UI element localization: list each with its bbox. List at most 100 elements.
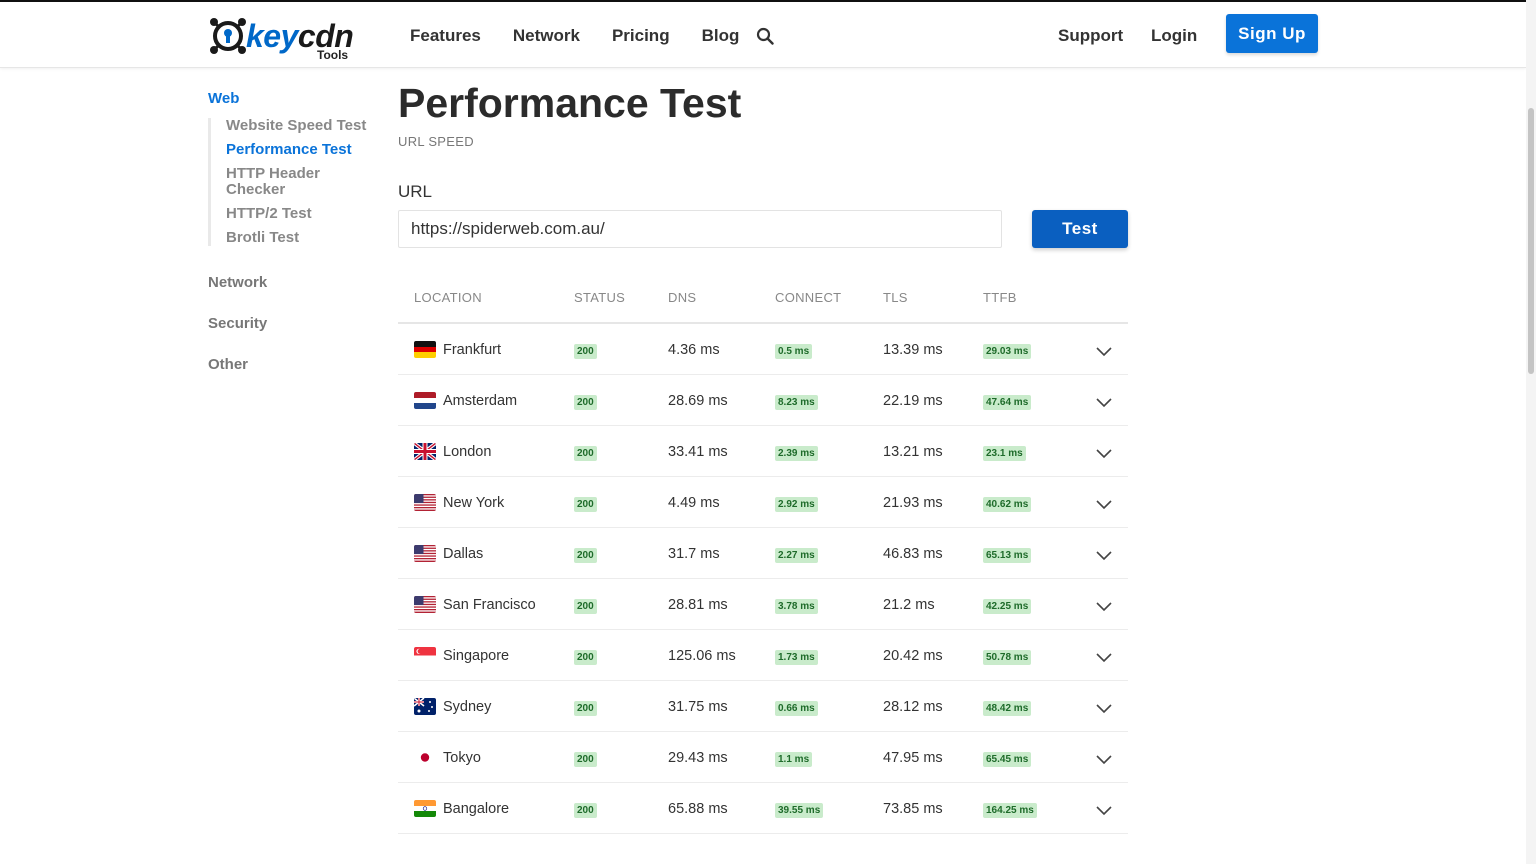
tls-cell: 21.2 ms — [883, 597, 935, 613]
ttfb-badge: 48.42 ms — [983, 701, 1032, 716]
tls-cell: 73.85 ms — [883, 801, 943, 817]
column-header-location[interactable]: LOCATION — [414, 290, 482, 305]
sidebar-category-network[interactable]: Network — [208, 274, 267, 291]
ttfb-badge: 65.13 ms — [983, 548, 1032, 563]
search-icon[interactable] — [756, 27, 774, 45]
dns-cell: 65.88 ms — [668, 801, 728, 817]
column-header-ttfb[interactable]: TTFB — [983, 290, 1017, 305]
ttfb-badge: 50.78 ms — [983, 650, 1032, 665]
dns-cell: 31.75 ms — [668, 699, 728, 715]
location-cell: Sydney — [443, 699, 492, 715]
chevron-down-icon[interactable] — [1096, 446, 1112, 459]
test-button[interactable]: Test — [1032, 210, 1128, 248]
chevron-down-icon[interactable] — [1096, 497, 1112, 510]
sign-up-button[interactable]: Sign Up — [1226, 14, 1318, 53]
table-row[interactable]: Singapore 200 125.06 ms 1.73 ms 20.42 ms 50.7… — [398, 630, 1128, 681]
sidebar-category-other[interactable]: Other — [208, 356, 248, 373]
au-flag-icon — [414, 698, 436, 715]
connect-badge: 1.1 ms — [775, 752, 813, 767]
connect-badge: 1.73 ms — [775, 650, 818, 665]
chevron-down-icon[interactable] — [1096, 701, 1112, 714]
sidebar-item-brotli-test[interactable]: Brotli Test — [226, 230, 378, 246]
column-header-connect[interactable]: CONNECT — [775, 290, 841, 305]
ttfb-badge: 164.25 ms — [983, 803, 1037, 818]
top-navbar: keycdn Tools Features Network Pricing Bl… — [0, 2, 1526, 68]
connect-badge: 0.5 ms — [775, 344, 813, 359]
nav-network[interactable]: Network — [513, 26, 580, 46]
location-cell: New York — [443, 495, 505, 511]
nav-login[interactable]: Login — [1151, 26, 1197, 46]
url-input[interactable] — [398, 210, 1002, 248]
column-header-tls[interactable]: TLS — [883, 290, 908, 305]
tls-cell: 22.19 ms — [883, 393, 943, 409]
ttfb-badge: 65.45 ms — [983, 752, 1032, 767]
chevron-down-icon[interactable] — [1096, 344, 1112, 357]
tls-cell: 21.93 ms — [883, 495, 943, 511]
status-badge: 200 — [574, 701, 597, 716]
keycdn-logo[interactable]: keycdn Tools — [208, 14, 354, 64]
chevron-down-icon[interactable] — [1096, 548, 1112, 561]
ttfb-badge: 42.25 ms — [983, 599, 1032, 614]
sidebar-item-http-header-checker[interactable]: HTTP Header Checker — [226, 166, 336, 198]
dns-cell: 33.41 ms — [668, 444, 728, 460]
dns-cell: 28.81 ms — [668, 597, 728, 613]
us-flag-icon — [414, 494, 436, 511]
chevron-down-icon[interactable] — [1096, 395, 1112, 408]
table-row[interactable]: Dallas 200 31.7 ms 2.27 ms 46.83 ms 65.13 ms — [398, 528, 1128, 579]
connect-badge: 2.27 ms — [775, 548, 818, 563]
chevron-down-icon[interactable] — [1096, 599, 1112, 612]
nav-features[interactable]: Features — [410, 26, 481, 46]
location-cell: Dallas — [443, 546, 484, 562]
table-row[interactable]: San Francisco 200 28.81 ms 3.78 ms 21.2 ms 42… — [398, 579, 1128, 630]
chevron-down-icon[interactable] — [1096, 752, 1112, 765]
table-row[interactable]: London 200 33.41 ms 2.39 ms 13.21 ms 23.1 ms — [398, 426, 1128, 477]
nav-blog[interactable]: Blog — [702, 26, 740, 46]
nav-support[interactable]: Support — [1058, 26, 1123, 46]
nl-flag-icon — [414, 392, 436, 409]
location-cell: Bangalore — [443, 801, 510, 817]
dns-cell: 4.36 ms — [668, 342, 720, 358]
dns-cell: 4.49 ms — [668, 495, 720, 511]
location-cell: Frankfurt — [443, 342, 502, 358]
location-cell: San Francisco — [443, 597, 536, 613]
table-row[interactable]: Frankfurt 200 4.36 ms 0.5 ms 13.39 ms 29.03 m… — [398, 324, 1128, 375]
status-badge: 200 — [574, 395, 597, 410]
connect-badge: 3.78 ms — [775, 599, 818, 614]
table-row[interactable]: Sydney 200 31.75 ms 0.66 ms 28.12 ms 48.42 ms — [398, 681, 1128, 732]
table-row[interactable]: Amsterdam 200 28.69 ms 8.23 ms 22.19 ms 47.64… — [398, 375, 1128, 426]
location-cell: Amsterdam — [443, 393, 518, 409]
nav-pricing[interactable]: Pricing — [612, 26, 670, 46]
tls-cell: 13.21 ms — [883, 444, 943, 460]
ttfb-badge: 47.64 ms — [983, 395, 1032, 410]
sidebar-category-web[interactable]: Web — [208, 90, 239, 107]
us-flag-icon — [414, 545, 436, 562]
status-badge: 200 — [574, 446, 597, 461]
status-badge: 200 — [574, 599, 597, 614]
connect-badge: 8.23 ms — [775, 395, 818, 410]
table-row[interactable]: Tokyo 200 29.43 ms 1.1 ms 47.95 ms 65.45 ms — [398, 732, 1128, 783]
dns-cell: 31.7 ms — [668, 546, 720, 562]
scrollbar-thumb[interactable] — [1528, 108, 1534, 374]
sidebar-item-performance-test[interactable]: Performance Test — [226, 142, 378, 158]
dns-cell: 28.69 ms — [668, 393, 728, 409]
connect-badge: 0.66 ms — [775, 701, 818, 716]
status-badge: 200 — [574, 344, 597, 359]
table-row[interactable]: Bangalore 200 65.88 ms 39.55 ms 73.85 ms 164.… — [398, 783, 1128, 834]
chevron-down-icon[interactable] — [1096, 803, 1112, 816]
sidebar-item-website-speed-test[interactable]: Website Speed Test — [226, 118, 378, 134]
column-header-status[interactable]: STATUS — [574, 290, 625, 305]
sidebar-item-http2-test[interactable]: HTTP/2 Test — [226, 206, 378, 222]
connect-badge: 2.92 ms — [775, 497, 818, 512]
column-header-dns[interactable]: DNS — [668, 290, 696, 305]
location-cell: London — [443, 444, 492, 460]
dns-cell: 125.06 ms — [668, 648, 736, 664]
results-table: LOCATION STATUS DNS CONNECT TLS TTFB Fra… — [398, 280, 1128, 834]
sidebar-category-security[interactable]: Security — [208, 315, 267, 332]
chevron-down-icon[interactable] — [1096, 650, 1112, 663]
url-label: URL — [398, 182, 433, 201]
status-badge: 200 — [574, 548, 597, 563]
connect-badge: 2.39 ms — [775, 446, 818, 461]
tls-cell: 47.95 ms — [883, 750, 943, 766]
keyhole-logo-icon — [210, 18, 246, 54]
table-row[interactable]: New York 200 4.49 ms 2.92 ms 21.93 ms 40.62 m… — [398, 477, 1128, 528]
